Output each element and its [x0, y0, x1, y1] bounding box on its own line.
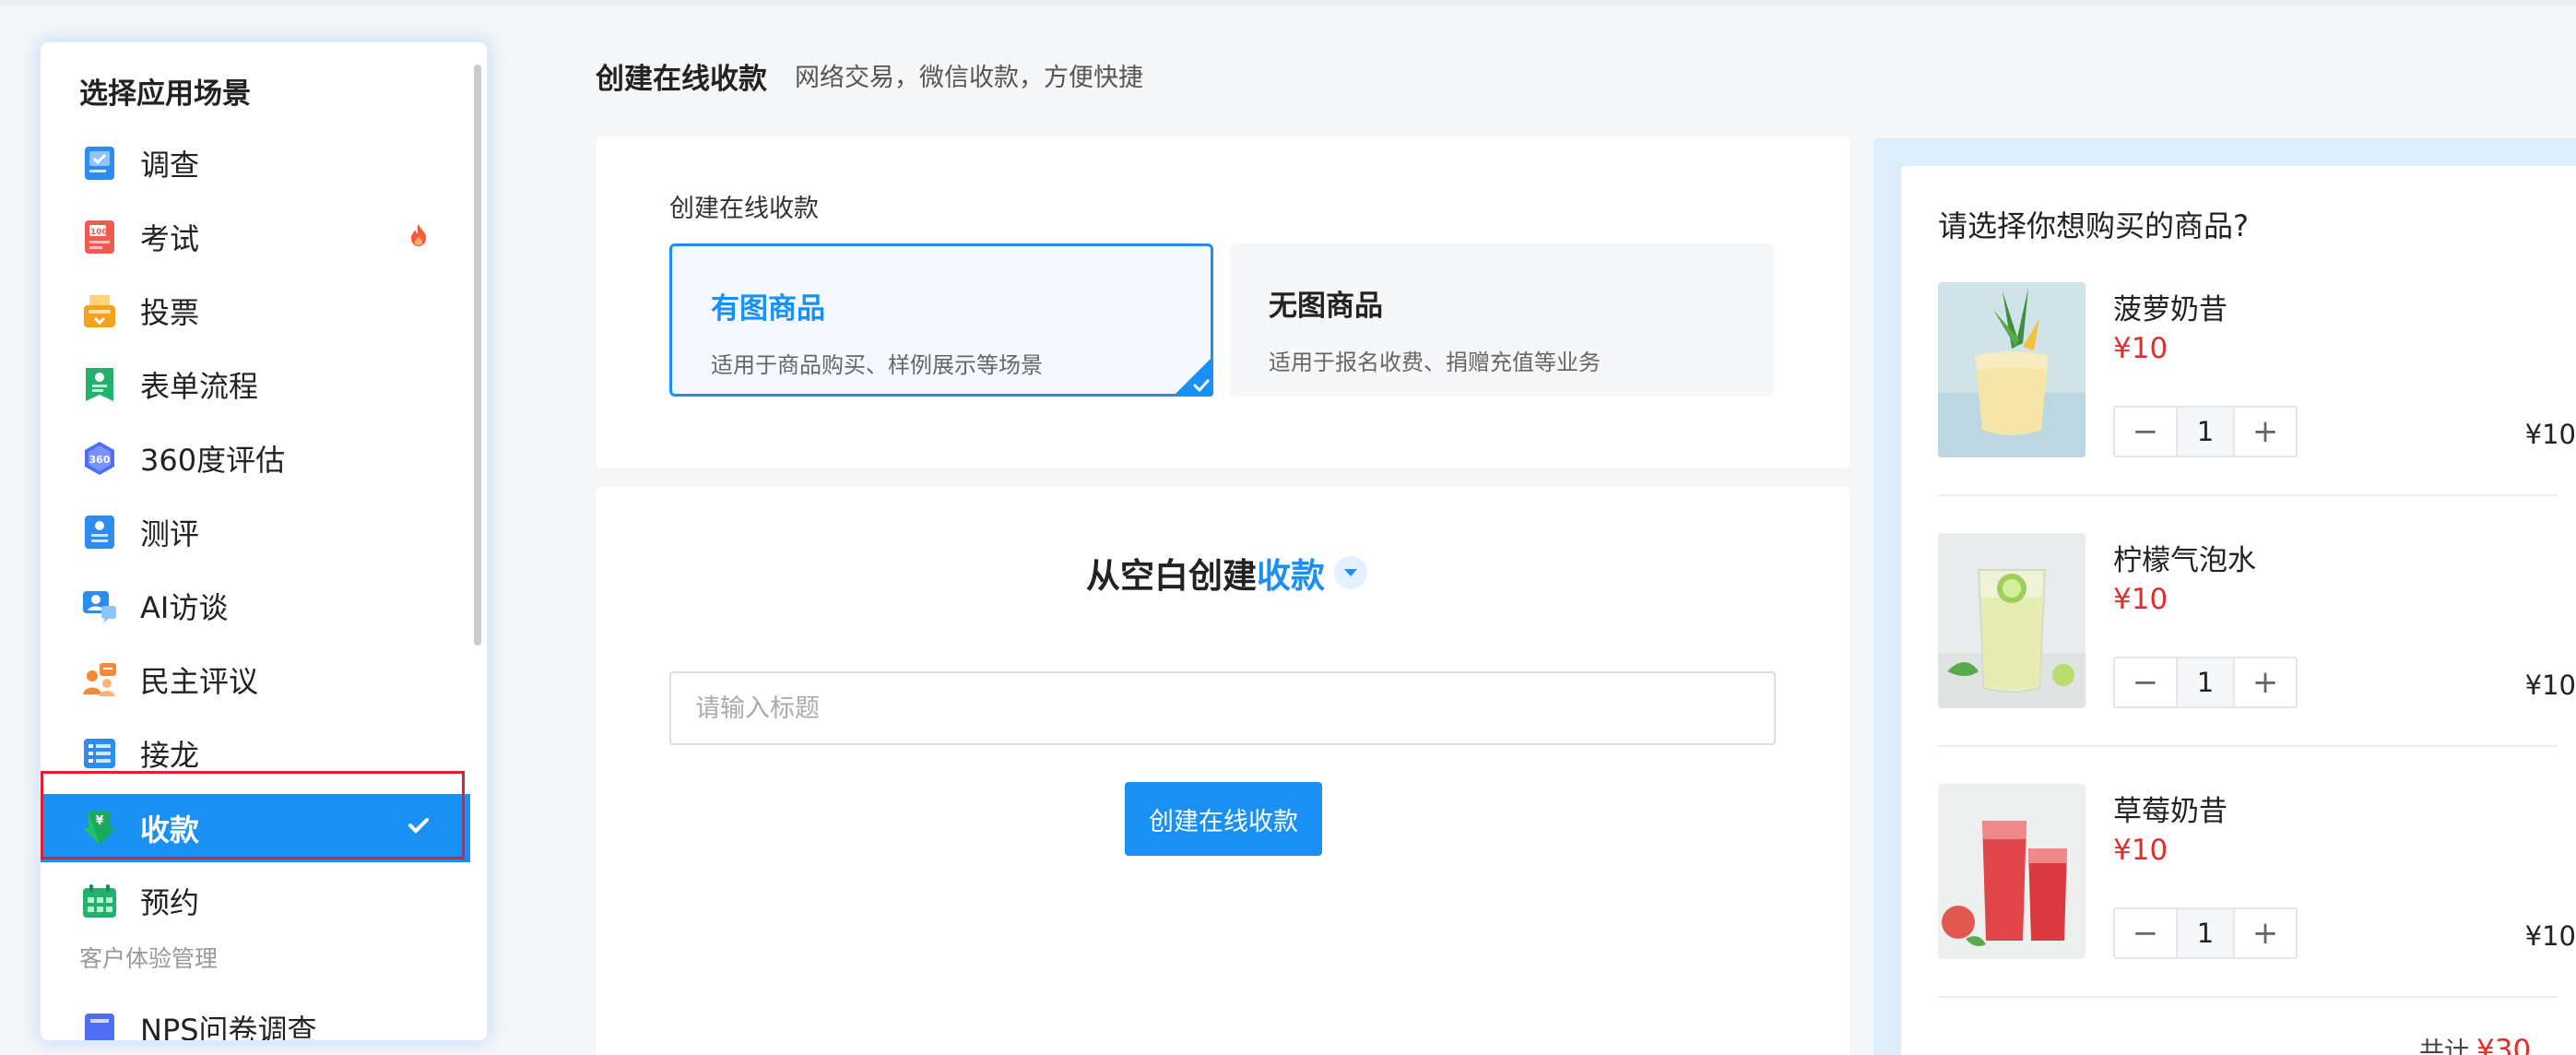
selected-check-icon [1173, 356, 1213, 397]
plus-button[interactable]: + [2235, 909, 2296, 957]
product-name: 草莓奶昔 [2113, 795, 2227, 828]
sidebar-item-label: 考试 [140, 221, 200, 256]
sidebar-item-label: 投票 [140, 295, 200, 330]
divider [1938, 996, 2558, 998]
democratic-review-icon [81, 661, 118, 698]
option-with-image[interactable]: 有图商品 适用于商品购买、样例展示等场景 [669, 243, 1213, 397]
sidebar-item-exam[interactable]: 100 考试 [41, 203, 470, 271]
vote-icon [81, 292, 118, 329]
pineapple-milkshake-image [1938, 282, 2086, 457]
sidebar-scrollbar[interactable] [474, 65, 481, 646]
create-payment-button[interactable]: 创建在线收款 [1125, 782, 1322, 856]
check-icon [408, 814, 430, 836]
plus-button[interactable]: + [2235, 658, 2296, 706]
sidebar-item-democratic-review[interactable]: 民主评议 [41, 646, 470, 714]
form-flow-icon [81, 366, 118, 403]
quantity-stepper: − 1 + [2113, 657, 2298, 708]
product-subtotal: ¥10 [2524, 920, 2576, 952]
sidebar-item-appointment[interactable]: 预约 [41, 867, 470, 935]
blank-create-card: 从空白创建收款 创建在线收款 [596, 487, 1849, 1055]
strawberry-milkshake-image [1938, 784, 2086, 959]
preview-panel: 请选择你想购买的商品? 菠萝奶昔 ¥10 − 1 + ¥10 柠檬气泡水 ¥10… [1901, 166, 2576, 1055]
sidebar-item-assessment[interactable]: 测评 [41, 498, 470, 566]
product-item: 菠萝奶昔 ¥10 − 1 + ¥10 [1938, 282, 2576, 496]
sidebar-item-relay[interactable]: 接龙 [41, 719, 470, 788]
option-without-image[interactable]: 无图商品 适用于报名收费、捐赠充值等业务 [1230, 243, 1774, 397]
quantity-value[interactable]: 1 [2176, 909, 2235, 957]
blank-create-title: 从空白创建 收款 [1086, 548, 1367, 598]
sidebar-item-label: 接龙 [140, 738, 200, 773]
product-price: ¥10 [2113, 834, 2168, 867]
plus-button[interactable]: + [2235, 408, 2296, 456]
sidebar-item-form-flow[interactable]: 表单流程 [41, 350, 470, 419]
assessment-icon [81, 514, 118, 551]
option-title: 无图商品 [1269, 290, 1383, 323]
page-title: 创建在线收款 [596, 63, 767, 96]
product-subtotal: ¥10 [2524, 670, 2576, 701]
sidebar-item-label: 测评 [140, 516, 200, 551]
option-desc: 适用于商品购买、样例展示等场景 [711, 352, 1043, 378]
survey-icon [81, 145, 118, 182]
appointment-icon [81, 883, 118, 919]
sidebar-item-ai-interview[interactable]: AI访谈 [41, 572, 470, 640]
quantity-stepper: − 1 + [2113, 406, 2298, 457]
product-item: 草莓奶昔 ¥10 − 1 + ¥10 [1938, 784, 2576, 998]
evaluation-360-icon: 360 [81, 440, 118, 477]
product-name: 菠萝奶昔 [2113, 293, 2227, 326]
product-price: ¥10 [2113, 583, 2168, 616]
minus-button[interactable]: − [2115, 408, 2176, 456]
sidebar-item-nps[interactable]: NPS问卷调查 [81, 1007, 317, 1040]
total-label: 共计 [2419, 1037, 2469, 1055]
top-divider [0, 0, 2576, 5]
option-desc: 适用于报名收费、捐赠充值等业务 [1269, 350, 1601, 375]
sidebar-item-label: 预约 [140, 885, 200, 920]
sidebar-title: 选择应用场景 [79, 77, 251, 111]
sidebar-item-payment[interactable]: ¥ 收款 [41, 794, 470, 862]
sidebar-item-label: AI访谈 [140, 590, 229, 625]
ai-interview-icon [81, 587, 118, 624]
hot-icon [409, 223, 428, 247]
quantity-stepper: − 1 + [2113, 907, 2298, 959]
section-label-cx: 客户体验管理 [79, 945, 219, 972]
divider [1938, 494, 2558, 496]
product-name: 柠檬气泡水 [2113, 544, 2256, 577]
blank-title-prefix: 从空白创建 [1086, 556, 1257, 596]
sidebar-item-label: 收款 [140, 812, 200, 848]
minus-button[interactable]: − [2115, 658, 2176, 706]
option-title: 有图商品 [711, 292, 825, 326]
quantity-value[interactable]: 1 [2176, 408, 2235, 456]
svg-text:360: 360 [89, 454, 111, 466]
product-type-label: 创建在线收款 [669, 195, 819, 223]
divider [1938, 745, 2558, 747]
sidebar-item-label: 360度评估 [140, 443, 286, 478]
lemon-soda-image [1938, 533, 2086, 708]
quantity-value[interactable]: 1 [2176, 658, 2235, 706]
sidebar-item-label: 民主评议 [140, 664, 259, 699]
sidebar-item-evaluation-360[interactable]: 360 360度评估 [41, 424, 470, 492]
exam-icon: 100 [81, 219, 118, 255]
scene-sidebar: 选择应用场景 调查 100 考试 投票 表单流程 360 360度评估 测评 A… [41, 42, 487, 1040]
title-input[interactable] [669, 671, 1776, 745]
preview-question: 请选择你想购买的商品? [1938, 208, 2249, 243]
product-price: ¥10 [2113, 332, 2168, 365]
dropdown-caret-icon[interactable] [1334, 556, 1367, 589]
nps-icon [81, 1010, 118, 1040]
sidebar-item-label: 表单流程 [140, 369, 259, 404]
product-item: 柠檬气泡水 ¥10 − 1 + ¥10 [1938, 533, 2576, 747]
sidebar-item-label: 调查 [140, 148, 200, 183]
page-subtitle: 网络交易，微信收款，方便快捷 [795, 64, 1143, 92]
svg-text:¥: ¥ [95, 814, 103, 828]
product-type-card: 创建在线收款 有图商品 适用于商品购买、样例展示等场景 无图商品 适用于报名收费… [596, 136, 1849, 468]
minus-button[interactable]: − [2115, 909, 2176, 957]
relay-icon [81, 735, 118, 772]
sidebar-item-label: NPS问卷调查 [140, 1013, 317, 1040]
total-amount: ¥30 [2476, 1034, 2532, 1055]
sidebar-item-survey[interactable]: 调查 [41, 129, 470, 197]
svg-text:100: 100 [90, 228, 108, 237]
blank-title-accent: 收款 [1257, 556, 1325, 596]
order-total: 共计 ¥30 [2419, 1031, 2531, 1055]
sidebar-item-vote[interactable]: 投票 [41, 277, 470, 345]
product-subtotal: ¥10 [2524, 419, 2576, 450]
payment-icon: ¥ [81, 810, 118, 847]
